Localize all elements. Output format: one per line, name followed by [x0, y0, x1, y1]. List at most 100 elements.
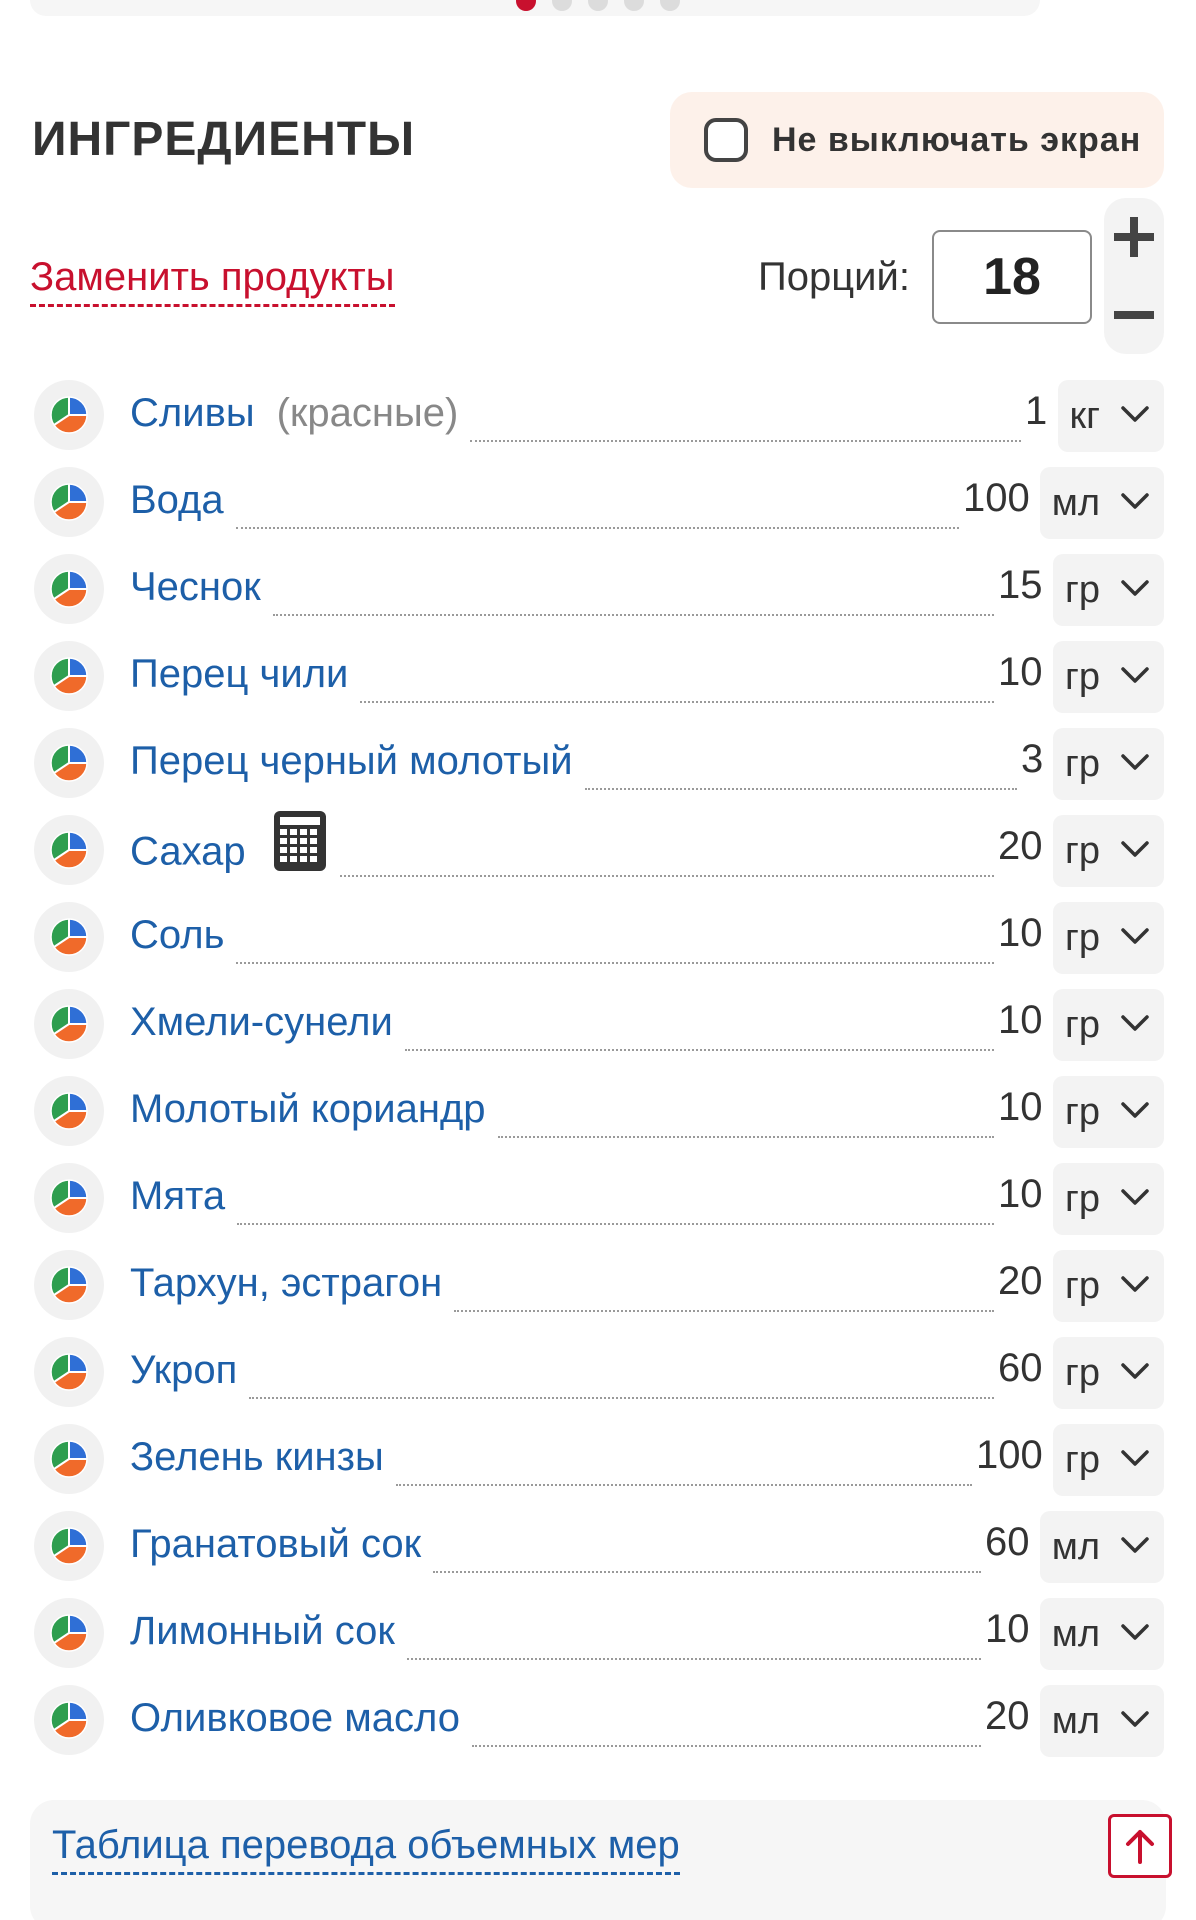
unit-select[interactable]: гр — [1053, 641, 1164, 713]
nutrition-pie-icon[interactable] — [34, 1685, 104, 1755]
portions-label: Порций: — [758, 255, 910, 299]
ingredient-name-link[interactable]: Соль — [130, 912, 224, 958]
chevron-down-icon — [1120, 926, 1150, 951]
chevron-down-icon — [1120, 752, 1150, 777]
ingredient-name-link[interactable]: Зелень кинзы — [130, 1434, 384, 1480]
ingredient-row: Зелень кинзы гр 100 — [0, 1418, 1196, 1505]
unit-select[interactable]: гр — [1053, 728, 1164, 800]
nutrition-pie-icon[interactable] — [34, 1337, 104, 1407]
ingredient-name: Гранатовый сок — [130, 1522, 422, 1566]
ingredient-row: Соль гр 10 — [0, 896, 1196, 983]
keep-screen-checkbox[interactable] — [704, 118, 748, 162]
ingredient-name: Перец черный молотый — [130, 739, 573, 783]
unit-select[interactable]: гр — [1053, 1163, 1164, 1235]
portions-input[interactable]: 18 — [932, 230, 1092, 324]
calculator-icon[interactable] — [272, 809, 328, 883]
carousel-dot-active[interactable] — [516, 0, 536, 11]
carousel-dot[interactable] — [552, 0, 572, 11]
nutrition-pie-icon[interactable] — [34, 1424, 104, 1494]
ingredient-name: Оливковое масло — [130, 1696, 460, 1740]
unit-select[interactable]: гр — [1053, 1076, 1164, 1148]
ingredient-name-link[interactable]: Сахар — [130, 811, 328, 883]
ingredient-name: Сахар — [130, 829, 246, 874]
nutrition-pie-icon[interactable] — [34, 554, 104, 624]
unit-select[interactable]: гр — [1053, 815, 1164, 887]
ingredient-name: Перец чили — [130, 652, 349, 696]
measures-panel: Таблица перевода объемных мер — [30, 1800, 1166, 1920]
unit-select[interactable]: гр — [1053, 554, 1164, 626]
ingredient-name-link[interactable]: Мята — [130, 1173, 225, 1219]
nutrition-pie-icon[interactable] — [34, 1163, 104, 1233]
chevron-down-icon — [1120, 1709, 1150, 1734]
unit-select[interactable]: гр — [1053, 1424, 1164, 1496]
nutrition-pie-icon[interactable] — [34, 641, 104, 711]
unit-label: гр — [1065, 742, 1100, 785]
unit-label: гр — [1065, 1351, 1100, 1394]
nutrition-pie-icon[interactable] — [34, 1511, 104, 1581]
ingredient-row: Тархун, эстрагон гр 20 — [0, 1244, 1196, 1331]
nutrition-pie-icon[interactable] — [34, 815, 104, 885]
ingredient-quantity: 10 — [998, 911, 1043, 955]
unit-label: гр — [1065, 1264, 1100, 1307]
ingredient-name-link[interactable]: Укроп — [130, 1347, 237, 1393]
nutrition-pie-icon[interactable] — [34, 1250, 104, 1320]
nutrition-pie-icon[interactable] — [34, 902, 104, 972]
nutrition-pie-icon[interactable] — [34, 467, 104, 537]
ingredient-quantity: 60 — [998, 1346, 1043, 1390]
nutrition-pie-icon[interactable] — [34, 1598, 104, 1668]
ingredient-name: Тархун, эстрагон — [130, 1261, 443, 1305]
unit-select[interactable]: гр — [1053, 1250, 1164, 1322]
ingredient-row: Сахар гр 20 — [0, 809, 1196, 896]
ingredient-name: Зелень кинзы — [130, 1435, 384, 1479]
nutrition-pie-icon[interactable] — [34, 728, 104, 798]
unit-select[interactable]: гр — [1053, 989, 1164, 1061]
chevron-down-icon — [1120, 1100, 1150, 1125]
decrease-portions-button[interactable] — [1104, 276, 1164, 354]
nutrition-pie-icon[interactable] — [34, 989, 104, 1059]
unit-select[interactable]: гр — [1053, 1337, 1164, 1409]
unit-label: мл — [1051, 1612, 1100, 1655]
unit-label: гр — [1065, 829, 1100, 872]
ingredient-name: Мята — [130, 1174, 226, 1218]
unit-select[interactable]: мл — [1039, 1598, 1164, 1670]
leader-dots — [360, 701, 994, 703]
scroll-to-top-button[interactable] — [1108, 1814, 1172, 1878]
ingredient-name: Вода — [130, 478, 224, 522]
ingredient-name-link[interactable]: Сливы (красные) — [130, 390, 458, 436]
nutrition-pie-icon[interactable] — [34, 380, 104, 450]
ingredient-name-link[interactable]: Чеснок — [130, 564, 261, 610]
ingredient-row: Гранатовый сок мл 60 — [0, 1505, 1196, 1592]
unit-label: мл — [1051, 481, 1100, 524]
keep-screen-label: Не выключать экран — [772, 120, 1142, 159]
ingredient-name-link[interactable]: Хмели-сунели — [130, 999, 393, 1045]
unit-select[interactable]: кг — [1057, 380, 1164, 452]
ingredient-row: Оливковое масло мл 20 — [0, 1679, 1196, 1766]
ingredient-name-link[interactable]: Молотый кориандр — [130, 1086, 486, 1132]
ingredient-quantity: 20 — [998, 1259, 1043, 1303]
ingredient-name-link[interactable]: Оливковое масло — [130, 1695, 460, 1741]
unit-select[interactable]: гр — [1053, 902, 1164, 974]
ingredient-name-link[interactable]: Тархун, эстрагон — [130, 1260, 442, 1306]
unit-select[interactable]: мл — [1039, 467, 1164, 539]
ingredient-row: Вода мл 100 — [0, 461, 1196, 548]
ingredient-name-link[interactable]: Гранатовый сок — [130, 1521, 421, 1567]
ingredient-name-link[interactable]: Перец чили — [130, 651, 348, 697]
carousel-dot[interactable] — [660, 0, 680, 11]
ingredient-name-link[interactable]: Перец черный молотый — [130, 738, 573, 784]
nutrition-pie-icon[interactable] — [34, 1076, 104, 1146]
keep-screen-toggle[interactable]: Не выключать экран — [670, 92, 1164, 188]
unit-label: гр — [1065, 1003, 1100, 1046]
leader-dots — [249, 1397, 994, 1399]
ingredient-name-link[interactable]: Вода — [130, 477, 224, 523]
increase-portions-button[interactable] — [1104, 198, 1164, 276]
ingredient-name-link[interactable]: Лимонный сок — [130, 1608, 395, 1654]
ingredient-name: Лимонный сок — [130, 1609, 395, 1653]
measures-table-link[interactable]: Таблица перевода объемных мер — [52, 1822, 680, 1875]
ingredient-row: Перец черный молотый гр 3 — [0, 722, 1196, 809]
unit-select[interactable]: мл — [1039, 1685, 1164, 1757]
carousel-dot[interactable] — [588, 0, 608, 11]
carousel-dot[interactable] — [624, 0, 644, 11]
unit-select[interactable]: мл — [1039, 1511, 1164, 1583]
ingredient-note: (красные) — [276, 391, 459, 435]
replace-products-link[interactable]: Заменить продукты — [30, 254, 395, 307]
